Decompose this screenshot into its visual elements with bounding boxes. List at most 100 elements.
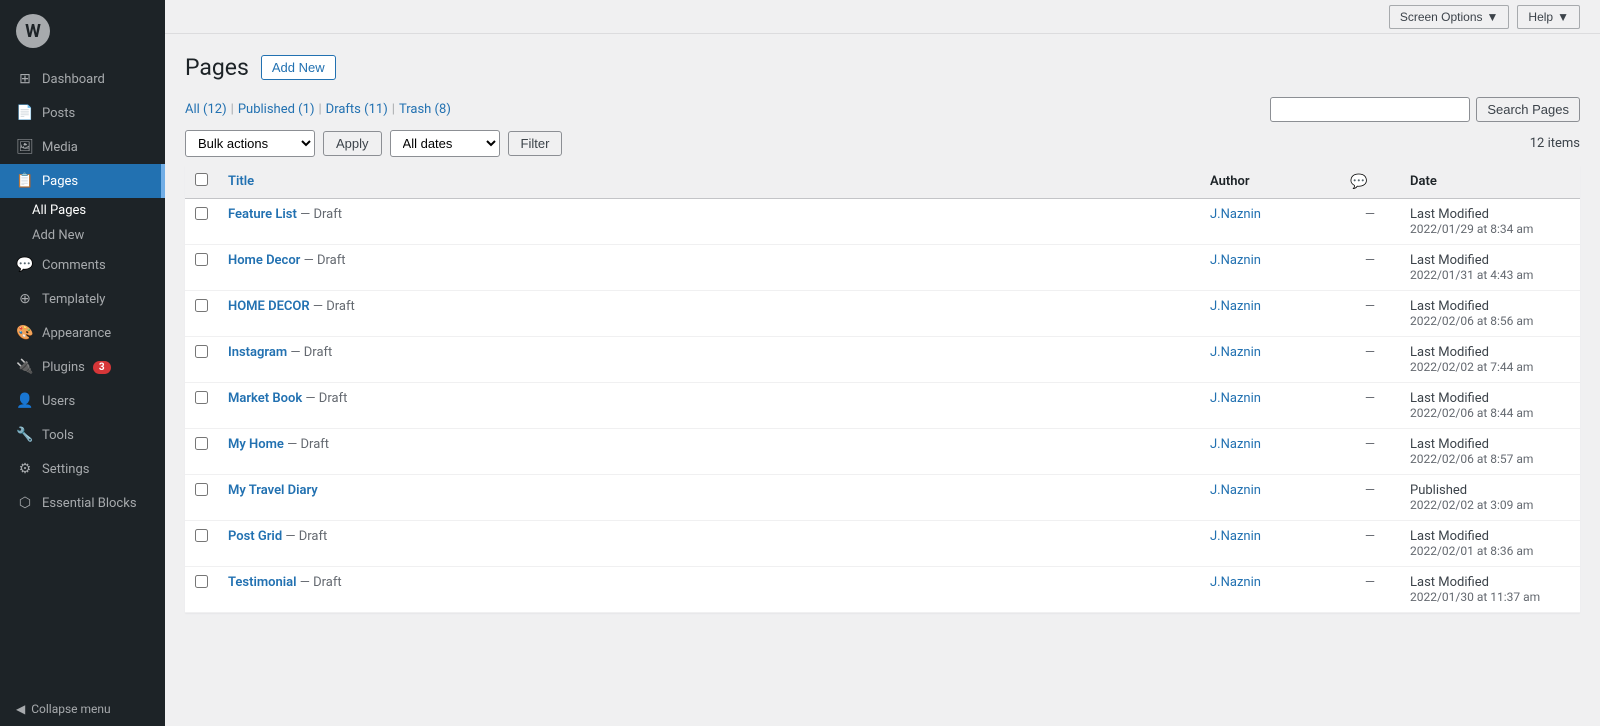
sidebar-item-label: Users (42, 394, 75, 409)
sidebar-item-tools[interactable]: 🔧 Tools (0, 418, 165, 452)
sidebar-item-essential-blocks[interactable]: ⬡ Essential Blocks (0, 486, 165, 520)
row-checkbox[interactable] (195, 437, 208, 450)
top-bar: Screen Options ▼ Help ▼ (165, 0, 1600, 34)
page-title-link[interactable]: Market Book (228, 391, 302, 406)
filter-button[interactable]: Filter (508, 131, 563, 156)
sidebar-item-label: Appearance (42, 326, 111, 341)
col-title-header: Title (218, 165, 1200, 199)
posts-icon: 📄 (16, 104, 34, 122)
screen-options-chevron-icon: ▼ (1487, 10, 1499, 24)
bulk-actions-select[interactable]: Bulk actions Edit Move to Trash (185, 130, 315, 157)
row-checkbox[interactable] (195, 529, 208, 542)
row-title-cell: Instagram — Draft (218, 337, 1200, 383)
sub-item-label: All Pages (32, 203, 86, 218)
row-title-cell: Home Decor — Draft (218, 245, 1200, 291)
col-date-header: Date (1400, 165, 1580, 199)
page-title-link[interactable]: Testimonial (228, 575, 296, 590)
author-link[interactable]: J.Naznin (1210, 575, 1261, 590)
add-new-button[interactable]: Add New (261, 55, 336, 80)
row-title-cell: Post Grid — Draft (218, 521, 1200, 567)
row-author-cell: J.Naznin (1200, 199, 1340, 245)
page-title-link[interactable]: Home Decor (228, 253, 300, 268)
row-checkbox[interactable] (195, 299, 208, 312)
row-checkbox[interactable] (195, 253, 208, 266)
title-sort-link[interactable]: Title (228, 174, 254, 189)
author-link[interactable]: J.Naznin (1210, 529, 1261, 544)
row-comments-cell: — (1340, 199, 1400, 245)
row-checkbox-cell (185, 521, 218, 567)
filter-trash-link[interactable]: Trash (8) (399, 102, 451, 117)
comments-dash: — (1365, 529, 1375, 544)
sidebar-item-label: Settings (42, 462, 89, 477)
author-link[interactable]: J.Naznin (1210, 253, 1261, 268)
row-checkbox-cell (185, 429, 218, 475)
row-checkbox[interactable] (195, 345, 208, 358)
author-link[interactable]: J.Naznin (1210, 437, 1261, 452)
templately-icon: ⊕ (16, 290, 34, 308)
author-link[interactable]: J.Naznin (1210, 345, 1261, 360)
page-title-link[interactable]: Instagram (228, 345, 287, 360)
sidebar-logo: W (0, 0, 165, 62)
author-link[interactable]: J.Naznin (1210, 391, 1261, 406)
date-status: Last Modified (1410, 437, 1570, 452)
sidebar-item-templately[interactable]: ⊕ Templately (0, 282, 165, 316)
row-author-cell: J.Naznin (1200, 291, 1340, 337)
sidebar-item-media[interactable]: 🖼 Media (0, 130, 165, 164)
sub-item-label: Add New (32, 228, 84, 243)
row-comments-cell: — (1340, 475, 1400, 521)
page-title-link[interactable]: My Travel Diary (228, 483, 318, 498)
filter-row: All (12) | Published (1) | Drafts (11) |… (185, 97, 1580, 122)
sidebar-item-appearance[interactable]: 🎨 Appearance (0, 316, 165, 350)
page-title-link[interactable]: My Home (228, 437, 284, 452)
collapse-menu-button[interactable]: ◀ Collapse menu (0, 692, 165, 726)
page-title-link[interactable]: Post Grid (228, 529, 282, 544)
table-row: Instagram — DraftJ.Naznin—Last Modified2… (185, 337, 1580, 383)
sidebar-item-label: Templately (42, 292, 105, 307)
screen-options-button[interactable]: Screen Options ▼ (1389, 5, 1510, 29)
row-date-cell: Last Modified2022/02/06 at 8:56 am (1400, 291, 1580, 337)
filter-drafts-link[interactable]: Drafts (11) (326, 102, 388, 117)
filter-published-link[interactable]: Published (1) (238, 102, 315, 117)
pages-table: Title Author 💬 Date Feature List — Draft… (185, 165, 1580, 613)
author-link[interactable]: J.Naznin (1210, 483, 1261, 498)
row-date-cell: Last Modified2022/02/06 at 8:57 am (1400, 429, 1580, 475)
row-checkbox[interactable] (195, 207, 208, 220)
author-link[interactable]: J.Naznin (1210, 299, 1261, 314)
row-title-cell: Testimonial — Draft (218, 567, 1200, 613)
select-all-checkbox[interactable] (195, 173, 208, 186)
row-checkbox[interactable] (195, 483, 208, 496)
sidebar-item-settings[interactable]: ⚙ Settings (0, 452, 165, 486)
sidebar-item-dashboard[interactable]: ⊞ Dashboard (0, 62, 165, 96)
help-chevron-icon: ▼ (1557, 10, 1569, 24)
page-header: Pages Add New (185, 54, 1580, 81)
date-status: Published (1410, 483, 1570, 498)
table-row: Post Grid — DraftJ.Naznin—Last Modified2… (185, 521, 1580, 567)
search-pages-input[interactable] (1270, 97, 1470, 122)
date-filter-select[interactable]: All dates (390, 130, 500, 157)
row-checkbox[interactable] (195, 575, 208, 588)
sidebar-item-posts[interactable]: 📄 Posts (0, 96, 165, 130)
row-author-cell: J.Naznin (1200, 429, 1340, 475)
comments-header-icon: 💬 (1350, 174, 1367, 190)
page-title: Pages (185, 54, 249, 81)
col-author-header: Author (1200, 165, 1340, 199)
help-button[interactable]: Help ▼ (1517, 5, 1580, 29)
row-checkbox-cell (185, 475, 218, 521)
sidebar-item-users[interactable]: 👤 Users (0, 384, 165, 418)
page-title-link[interactable]: Feature List (228, 207, 297, 222)
sidebar-sub-add-new[interactable]: Add New (0, 223, 165, 248)
search-pages-button[interactable]: Search Pages (1476, 97, 1580, 122)
sidebar-sub-all-pages[interactable]: All Pages (0, 198, 165, 223)
author-link[interactable]: J.Naznin (1210, 207, 1261, 222)
sidebar-item-pages[interactable]: 📋 Pages (0, 164, 165, 198)
sidebar-item-plugins[interactable]: 🔌 Plugins 3 (0, 350, 165, 384)
page-title-link[interactable]: HOME DECOR (228, 299, 310, 314)
table-row: My Travel DiaryJ.Naznin—Published2022/02… (185, 475, 1580, 521)
date-value: 2022/02/01 at 8:36 am (1410, 544, 1570, 558)
table-row: HOME DECOR — DraftJ.Naznin—Last Modified… (185, 291, 1580, 337)
row-checkbox-cell (185, 199, 218, 245)
row-checkbox[interactable] (195, 391, 208, 404)
sidebar-item-comments[interactable]: 💬 Comments (0, 248, 165, 282)
apply-button[interactable]: Apply (323, 131, 382, 156)
filter-all-link[interactable]: All (12) (185, 102, 227, 117)
